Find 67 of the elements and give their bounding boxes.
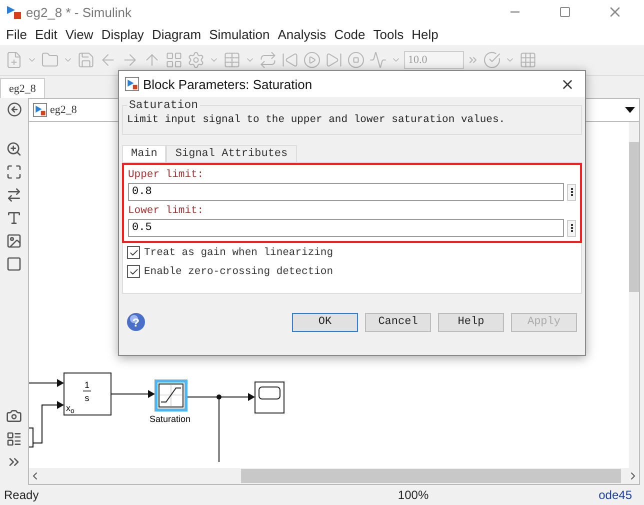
checkbox[interactable] [127,265,140,278]
help-icon[interactable]: ? [126,312,146,332]
menu-item[interactable]: Display [97,27,148,42]
checkbox-label: Enable zero-crossing detection [144,266,334,278]
menu-item[interactable]: Edit [30,27,62,42]
library-icon[interactable] [164,50,184,70]
zoom-icon[interactable] [6,141,22,157]
horizontal-scrollbar[interactable] [29,468,639,484]
description-text: Limit input signal to the upper and lower saturation values. [127,114,506,126]
image-icon[interactable] [6,233,22,249]
maximize-icon[interactable] [559,6,571,18]
fit-view-icon[interactable] [6,164,22,180]
dialog-tab[interactable]: Signal Attributes [166,145,297,162]
menu-item[interactable]: Simulation [205,27,274,42]
arrows-icon[interactable] [6,187,22,203]
explorer-icon[interactable] [222,50,242,70]
simulink-logo-icon [6,4,22,20]
model-tab[interactable]: eg2_8 [0,78,45,98]
block-icon [125,77,139,91]
report-icon[interactable] [6,431,22,447]
check-icon[interactable] [482,50,502,70]
port-label: x$_{o}$ [66,403,74,415]
model-icon [33,103,47,117]
saturation-block[interactable] [154,380,188,412]
signal-line [29,379,64,387]
parameter-label: Upper limit: [128,169,205,181]
run-icon[interactable] [302,50,322,70]
dialog-button[interactable]: Cancel [365,312,431,332]
grid-icon[interactable] [518,50,538,70]
checkbox-label: Treat as gain when linearizing [144,246,334,258]
loop-icon[interactable] [258,50,278,70]
menu-item[interactable]: Analysis [274,27,330,42]
save-icon[interactable] [76,50,96,70]
menu-item[interactable]: File [2,27,31,42]
back-icon[interactable] [6,102,22,117]
window-title: eg2_8 * - Simulink [26,4,132,20]
menu-item[interactable]: Tools [369,27,408,42]
dialog-title: Block Parameters: Saturation [143,76,314,92]
group-title: Saturation [128,99,200,112]
solver-link[interactable]: ode45 [598,488,632,502]
vertical-scrollbar[interactable] [629,122,639,468]
menu-item[interactable]: Code [330,27,370,42]
parameter-field[interactable]: 0.8 [128,183,564,201]
parameter-field[interactable]: 0.5 [128,219,564,237]
options-button[interactable] [567,184,576,200]
signal-line [32,401,64,444]
zoom-level: 100% [398,488,429,502]
parameter-label: Lower limit: [128,205,205,217]
block-label: Saturation [149,414,191,424]
stop-icon[interactable] [346,50,366,70]
camera-icon[interactable] [6,408,22,424]
signal-icon[interactable] [368,50,388,70]
menu-item[interactable]: View [61,27,98,42]
dropdown-icon[interactable] [625,107,635,113]
settings-icon[interactable] [186,50,206,70]
menu-item[interactable]: Diagram [148,27,206,42]
options-button[interactable] [567,220,576,236]
dialog-button[interactable]: OK [292,312,358,332]
checkbox[interactable] [127,246,140,259]
dialog-tab[interactable]: Main [122,145,166,162]
scope-block[interactable] [254,382,284,414]
dialog-button[interactable]: Help [438,312,504,332]
status-text: Ready [4,488,39,502]
area-icon[interactable] [6,256,22,272]
menu-item[interactable]: Help [408,27,442,42]
annotation-icon[interactable] [6,210,22,226]
signal-line [110,390,156,398]
